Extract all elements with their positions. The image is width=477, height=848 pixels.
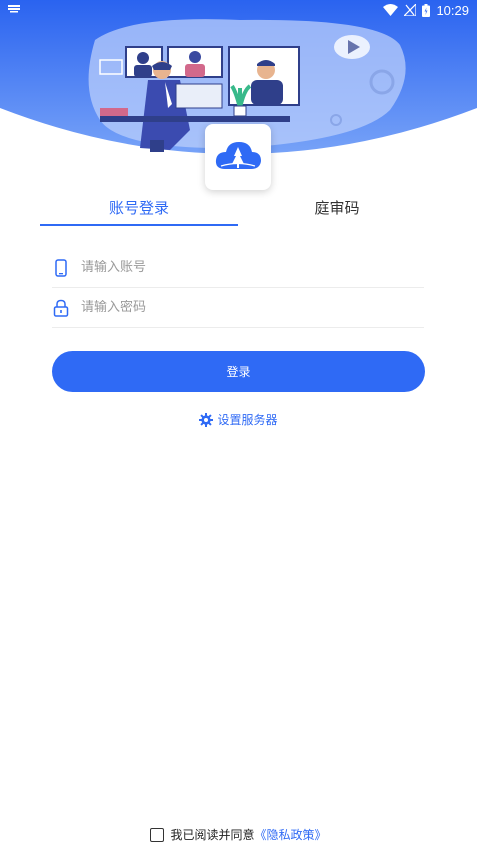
privacy-policy-link[interactable]: 《隐私政策》 [255,828,327,842]
password-field [52,288,424,328]
active-tab-indicator [40,224,238,226]
notification-icon [8,5,20,13]
signal-icon [404,4,417,16]
cloud-logo-icon [215,142,261,169]
app-logo [205,124,271,190]
privacy-agreement: 我已阅读并同意《隐私政策》 [0,826,477,843]
login-tabs: 账号登录 庭审码 [40,196,437,228]
account-field [52,248,424,288]
account-input[interactable] [81,260,401,275]
status-bar: 10:29 [0,0,477,20]
login-button[interactable]: 登录 [52,351,425,392]
gear-icon [199,412,214,427]
tab-account-login[interactable]: 账号登录 [40,196,238,226]
server-settings-link[interactable]: 设置服务器 [0,411,477,428]
server-settings-label: 设置服务器 [217,413,278,427]
wifi-icon [383,4,399,16]
lock-icon [53,298,69,318]
phone-icon [53,258,69,278]
battery-icon [422,3,431,17]
status-time: 10:29 [436,2,469,18]
password-input[interactable] [81,300,401,315]
agree-checkbox[interactable] [150,827,165,842]
tab-trial-code[interactable]: 庭审码 [238,196,436,226]
agreement-text: 我已阅读并同意 [170,828,255,842]
